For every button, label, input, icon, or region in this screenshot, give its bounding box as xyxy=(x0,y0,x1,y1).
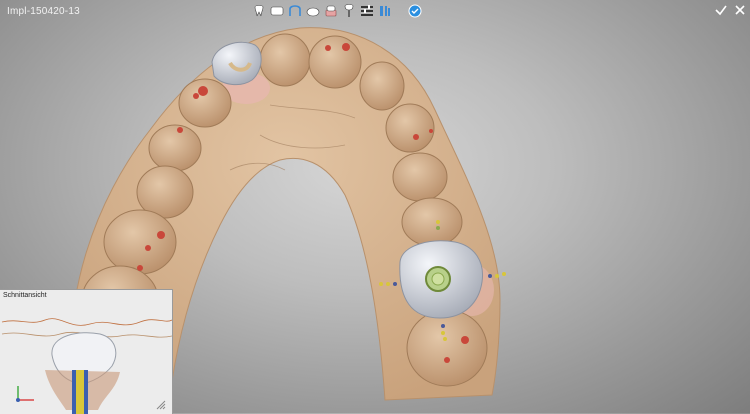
implant-screw-center xyxy=(431,272,445,286)
tooth xyxy=(401,197,463,247)
implant-icon[interactable] xyxy=(342,4,356,18)
tooth xyxy=(148,124,202,172)
scanbody-icon[interactable] xyxy=(378,4,392,18)
top-toolbar xyxy=(252,2,422,20)
crown-icon[interactable] xyxy=(324,4,338,18)
section-profile-line xyxy=(1,318,172,326)
section-view-panel[interactable]: Schnittansicht xyxy=(0,289,173,414)
tooth xyxy=(178,78,232,128)
tooth xyxy=(359,61,405,111)
check-icon[interactable] xyxy=(714,3,728,17)
close-icon[interactable] xyxy=(733,3,747,17)
resize-grip-icon[interactable] xyxy=(156,400,166,410)
gingiva-icon[interactable] xyxy=(306,4,320,18)
arch-icon[interactable] xyxy=(288,4,302,18)
tooth xyxy=(392,152,448,202)
confirm-circle-icon[interactable] xyxy=(408,4,422,18)
tooth xyxy=(259,33,311,87)
tooth xyxy=(385,103,435,153)
section-view-canvas[interactable] xyxy=(0,300,172,414)
settings-sliders-icon[interactable] xyxy=(360,4,374,18)
tooth xyxy=(308,35,362,89)
section-implant-thread xyxy=(76,370,84,414)
tooth-icon[interactable] xyxy=(252,4,266,18)
tooth xyxy=(103,209,177,275)
axis-gizmo xyxy=(16,386,34,402)
tooth xyxy=(406,309,488,387)
window-title: Impl-150420-13 xyxy=(7,6,80,17)
model-icon[interactable] xyxy=(270,4,284,18)
section-view-title: Schnittansicht xyxy=(3,292,47,299)
crown-anterior[interactable] xyxy=(211,41,262,86)
